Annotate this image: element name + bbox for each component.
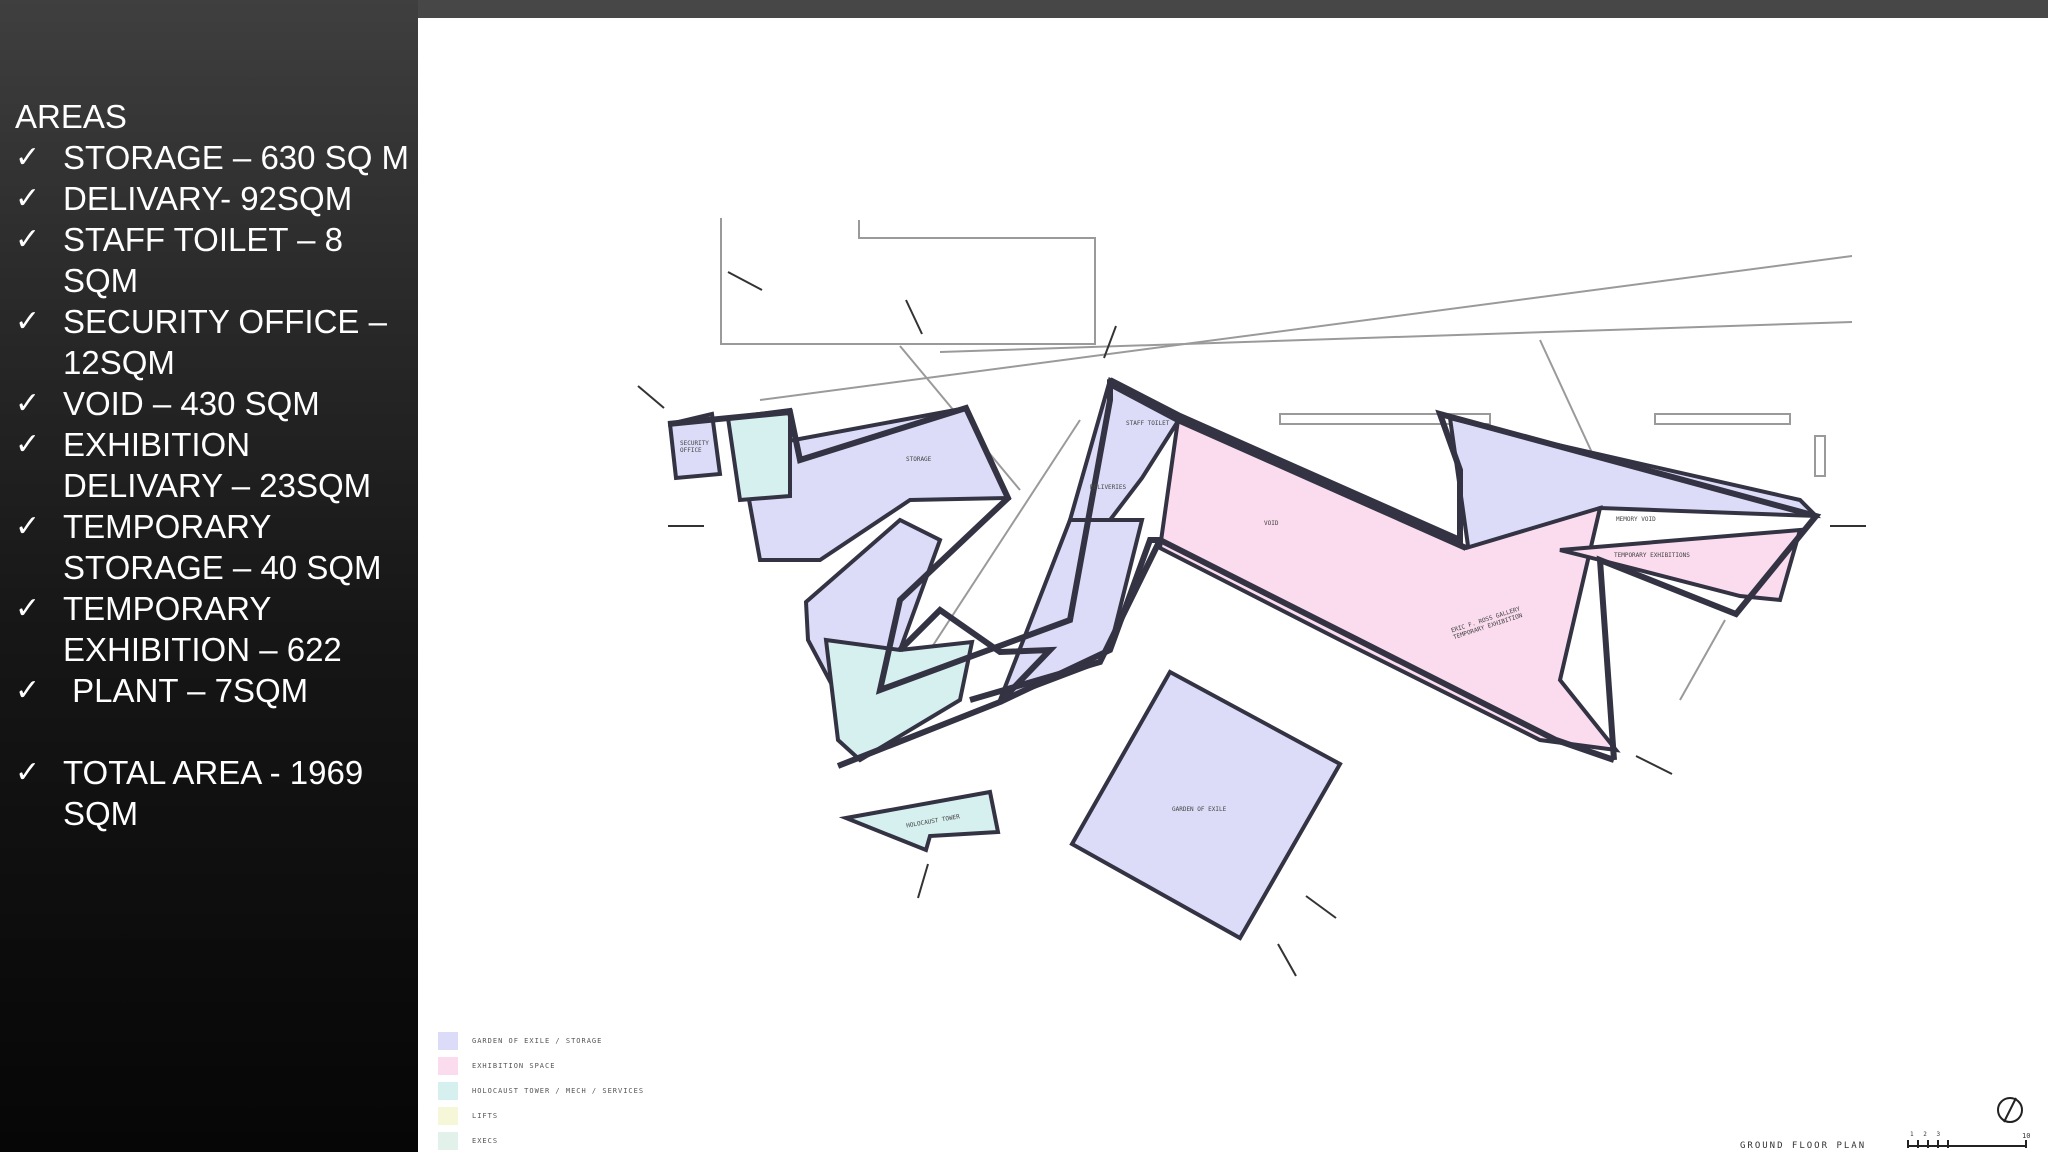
area-item-label: VOID – 430 SQM — [63, 385, 320, 422]
garden-of-exile — [1069, 669, 1343, 941]
storage-room-centre — [1067, 377, 1183, 522]
check-icon: ✓ — [15, 386, 41, 421]
area-item-label: STAFF TOILET – 8 SQM — [63, 221, 343, 299]
area-item-label: TOTAL AREA - 1969 SQM — [63, 754, 364, 832]
check-icon: ✓ — [15, 427, 41, 462]
site-bench — [1814, 435, 1826, 477]
area-item-plant: ✓ PLANT – 7SQM — [15, 670, 415, 711]
legend-swatch — [438, 1056, 458, 1075]
scale-ticks: 1 2 3 — [1910, 1131, 1944, 1138]
area-item-staff-toilet: ✓ STAFF TOILET – 8 SQM — [15, 219, 415, 301]
site-bench — [1654, 413, 1791, 425]
area-item-label: EXHIBITION DELIVARY – 23SQM — [63, 426, 372, 504]
check-icon: ✓ — [15, 222, 41, 257]
section-marker — [1305, 895, 1337, 919]
check-icon: ✓ — [15, 181, 41, 216]
check-icon: ✓ — [15, 140, 41, 175]
scale-max-label: 10 — [2022, 1132, 2031, 1140]
site-line — [939, 321, 1853, 353]
plan-title: GROUND FLOOR PLAN — [1740, 1141, 1867, 1151]
area-item-storage: ✓ STORAGE – 630 SQ M — [15, 137, 415, 178]
area-item-label: SECURITY OFFICE – 12SQM — [63, 303, 387, 381]
plan-legend: GARDEN OF EXILE / STORAGE EXHIBITION SPA… — [438, 1028, 644, 1152]
areas-panel: AREAS ✓ STORAGE – 630 SQ M ✓ DELIVARY- 9… — [15, 96, 415, 834]
legend-label: EXECS — [472, 1136, 499, 1145]
area-item-label: TEMPORARY STORAGE – 40 SQM — [63, 508, 382, 586]
section-marker — [1635, 755, 1673, 775]
stair-core — [725, 407, 792, 503]
area-item-temporary-storage: ✓ TEMPORARY STORAGE – 40 SQM — [15, 506, 415, 588]
section-marker — [637, 385, 665, 409]
area-item-void: ✓ VOID – 430 SQM — [15, 383, 415, 424]
legend-swatch — [438, 1131, 458, 1150]
legend-label: LIFTS — [472, 1111, 499, 1120]
area-item-label: TEMPORARY EXHIBITION – 622 — [63, 590, 342, 668]
legend-item: EXHIBITION SPACE — [438, 1053, 644, 1078]
top-bar — [418, 0, 2048, 18]
legend-item: GARDEN OF EXILE / STORAGE — [438, 1028, 644, 1053]
legend-item: HOLOCAUST TOWER / MECH / SERVICES — [438, 1078, 644, 1103]
site-line — [1679, 619, 1726, 701]
check-icon: ✓ — [15, 591, 41, 626]
area-item-temporary-exhibition: ✓ TEMPORARY EXHIBITION – 622 — [15, 588, 415, 670]
area-item-total: ✓ TOTAL AREA - 1969 SQM — [15, 752, 415, 834]
holocaust-tower — [838, 789, 1001, 853]
area-item-security-office: ✓ SECURITY OFFICE – 12SQM — [15, 301, 415, 383]
area-item-delivary: ✓ DELIVARY- 92SQM — [15, 178, 415, 219]
legend-label: HOLOCAUST TOWER / MECH / SERVICES — [472, 1086, 645, 1095]
check-icon: ✓ — [15, 509, 41, 544]
area-item-label: STORAGE – 630 SQ M — [63, 139, 410, 176]
floor-plan-drawing — [418, 18, 2048, 1152]
legend-label: GARDEN OF EXILE / STORAGE — [472, 1036, 603, 1045]
section-marker — [905, 299, 923, 335]
area-item-exhibition-delivary: ✓ EXHIBITION DELIVARY – 23SQM — [15, 424, 415, 506]
legend-item: LIFTS — [438, 1103, 644, 1128]
legend-swatch — [438, 1081, 458, 1100]
scale-bar — [1907, 1140, 2027, 1148]
check-icon: ✓ — [15, 755, 41, 790]
areas-heading: AREAS — [15, 98, 127, 135]
section-marker — [727, 271, 763, 291]
section-marker — [1277, 943, 1297, 977]
section-marker — [917, 863, 929, 899]
check-icon: ✓ — [15, 304, 41, 339]
site-boundary — [720, 218, 1096, 345]
legend-item: EXECS — [438, 1128, 644, 1152]
legend-swatch — [438, 1031, 458, 1050]
legend-swatch — [438, 1106, 458, 1125]
area-item-label: DELIVARY- 92SQM — [63, 180, 353, 217]
legend-label: EXHIBITION SPACE — [472, 1061, 556, 1070]
check-icon: ✓ — [15, 673, 41, 708]
area-item-label: PLANT – 7SQM — [63, 672, 309, 709]
north-arrow-icon — [1997, 1097, 2023, 1123]
floor-plan — [637, 218, 2027, 1148]
areas-list: ✓ STORAGE – 630 SQ M ✓ DELIVARY- 92SQM ✓… — [15, 137, 415, 834]
slide: AREAS ✓ STORAGE – 630 SQ M ✓ DELIVARY- 9… — [0, 0, 2048, 1152]
